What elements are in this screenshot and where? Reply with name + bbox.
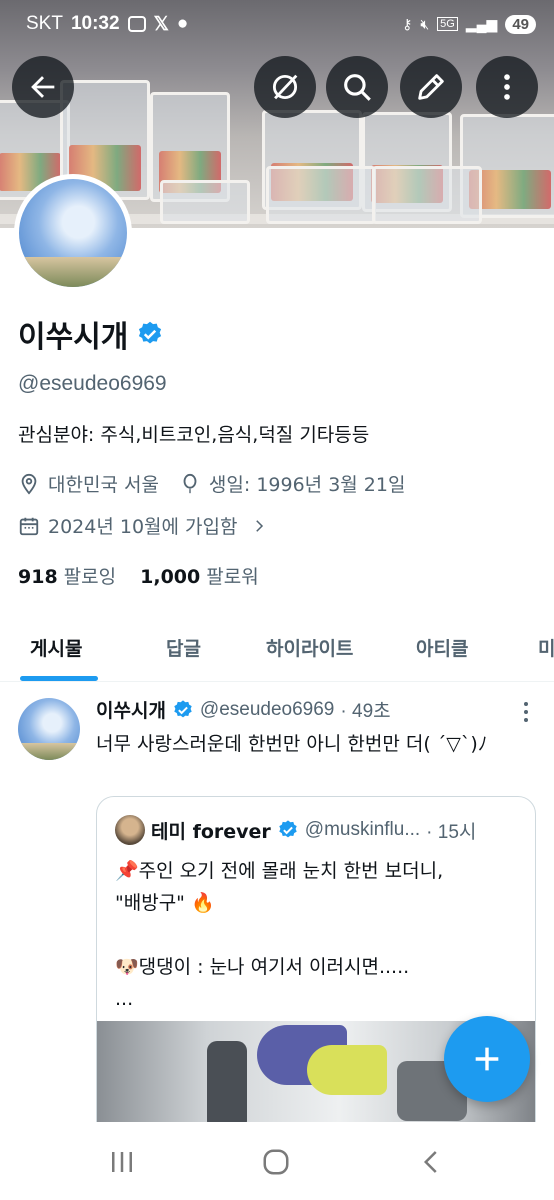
profile-handle: @eseudeo6969 [18,372,167,395]
verified-badge-icon [174,699,192,717]
tab-posts[interactable]: 게시물 [30,634,82,661]
display-name: 이쑤시개 [18,312,164,356]
key-icon: ⚷ [402,15,413,32]
follow-stats: 918 팔로잉 1,000 팔로워 [18,562,259,589]
back-button[interactable] [12,56,74,118]
tweet-header: 이쑤시개 @eseudeo6969 · 49초 [96,696,391,723]
location-label: 대한민국 서울 [48,474,159,496]
plus-icon [475,1047,499,1071]
recents-button[interactable] [102,1142,142,1182]
quoted-author-handle: @muskinflu... [304,819,421,840]
carrier-label: SKT [26,13,63,34]
network-label: 5G [437,17,458,31]
mute-icon: 🔇︎ [420,15,430,32]
profile-tabs: 게시물 답글 하이라이트 아티클 미 [0,616,554,682]
followers-count: 1,000 [140,566,201,588]
quoted-avatar [115,815,145,845]
followers-link[interactable]: 1,000 팔로워 [140,562,259,589]
quoted-tweet-text: 📌주인 오기 전에 몰래 눈치 한번 보더니, "배방구" 🔥 🐶댕댕이 : 눈… [115,860,444,1010]
active-tab-indicator [20,676,98,681]
following-label: 팔로잉 [63,566,117,588]
grok-button[interactable] [254,56,316,118]
x-app-icon: 𝕏 [153,13,169,35]
home-icon [263,1149,289,1175]
chevron-right-icon [255,519,263,532]
quoted-tweet-header: 테미 forever @muskinflu... · 15시 [115,815,476,845]
balloon-icon [183,473,197,493]
more-button[interactable] [476,56,538,118]
search-icon [344,74,371,101]
tweet-avatar[interactable] [18,698,80,760]
more-vertical-icon[interactable] [524,702,530,726]
tab-replies[interactable]: 답글 [166,634,201,661]
profile-meta-row: 대한민국 서울 생일: 1996년 3월 21일 [18,470,405,497]
status-bar: SKT 10:32 𝕏 ● ⚷ 🔇︎ 5G ▂▄▆ 49 [0,0,554,48]
notification-icon [127,16,146,32]
battery-indicator: 49 [505,14,536,34]
edit-button[interactable] [400,56,462,118]
join-date-row[interactable]: 2024년 10월에 가입함 [18,512,268,539]
join-date-label: 2024년 10월에 가입함 [48,516,238,538]
followers-label: 팔로워 [206,566,259,588]
display-name-text: 이쑤시개 [18,320,129,355]
edit-icon [418,74,444,100]
following-count: 918 [18,566,58,588]
back-nav-button[interactable] [412,1142,452,1182]
signal-icon: ▂▄▆ [465,15,498,32]
following-link[interactable]: 918 팔로잉 [18,562,116,589]
tweet-author-name[interactable]: 이쑤시개 [96,696,166,723]
tab-media[interactable]: 미 [538,634,554,661]
tweet-author-handle: @eseudeo6969 [199,698,335,720]
birthday-label: 생일: 1996년 3월 21일 [208,474,406,496]
tab-highlights[interactable]: 하이라이트 [266,634,353,661]
profile-bio: 관심분야: 주식,비트코인,음식,덕질 기타등등 [18,424,370,446]
grok-icon [272,74,298,100]
verified-badge-icon [279,820,297,838]
location-icon [21,473,37,495]
quoted-time: · 15시 [426,821,477,843]
arrow-left-icon [31,76,55,98]
compose-button[interactable] [444,1016,530,1102]
verified-badge-icon[interactable] [136,320,164,348]
chevron-left-icon [423,1151,437,1173]
profile-avatar[interactable] [14,174,132,292]
tweet-time: · 49초 [340,701,391,722]
tab-articles[interactable]: 아티클 [416,634,468,661]
more-vertical-icon [504,74,510,100]
quoted-author-name: 테미 forever [151,820,271,843]
tweet-text: 너무 사랑스러운데 한번만 아니 한번만 더( ´▽`)ﾉ [96,733,488,755]
chat-icon: ● [176,13,189,34]
clock: 10:32 [70,13,120,34]
home-button[interactable] [256,1142,296,1182]
system-nav-bar [0,1122,554,1200]
calendar-icon [19,517,39,535]
search-button[interactable] [326,56,388,118]
recents-icon [112,1152,132,1172]
